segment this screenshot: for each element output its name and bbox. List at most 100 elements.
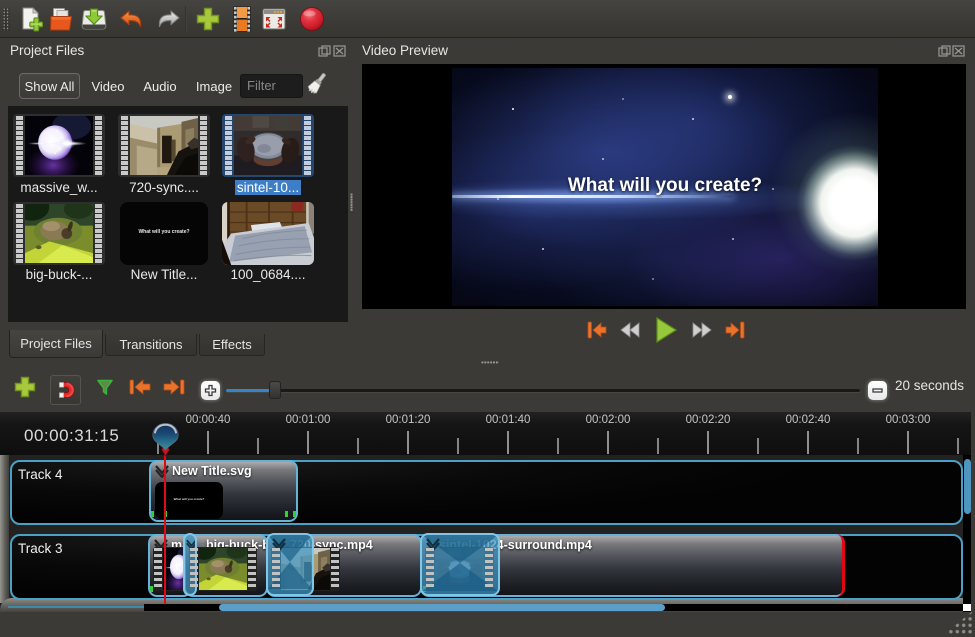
ruler-label: 00:01:00 bbox=[273, 414, 343, 426]
snapping-toggle-button[interactable] bbox=[50, 375, 81, 405]
thumbnail-image bbox=[25, 204, 93, 263]
add-track-icon bbox=[13, 375, 37, 399]
track-4-label: Track 4 bbox=[18, 467, 63, 482]
clip-new-title[interactable]: New Title.svg What will you create? bbox=[149, 460, 298, 522]
file-thumb-bigbuck[interactable] bbox=[13, 202, 105, 265]
tab-project-files-label: Project Files bbox=[20, 336, 92, 351]
clip-thumbnail bbox=[189, 547, 257, 591]
film-sprockets-right bbox=[331, 548, 339, 590]
film-sprockets-left bbox=[426, 548, 434, 590]
ruler-label: 00:01:20 bbox=[373, 414, 443, 426]
ruler-label: 00:02:20 bbox=[673, 414, 743, 426]
new-project-button[interactable] bbox=[14, 3, 46, 35]
zoom-slider-fill bbox=[226, 389, 270, 392]
zoom-out-button[interactable] bbox=[868, 381, 887, 400]
file-thumb-720sync[interactable] bbox=[118, 114, 210, 177]
file-thumb-massive[interactable] bbox=[13, 114, 105, 177]
open-project-button[interactable] bbox=[45, 3, 77, 35]
timeline-tracks-area: Track 4 Track 3 New Title.svg What will … bbox=[0, 455, 971, 612]
filter-image-button[interactable]: Image bbox=[194, 73, 234, 99]
previous-marker-button[interactable] bbox=[124, 371, 156, 403]
play-icon bbox=[654, 317, 678, 343]
playhead-line[interactable] bbox=[164, 455, 166, 604]
filter-input[interactable]: Filter bbox=[240, 74, 303, 98]
choose-profile-button[interactable] bbox=[226, 3, 258, 35]
tab-project-files[interactable]: Project Files bbox=[9, 330, 103, 358]
clear-filter-icon[interactable] bbox=[305, 72, 327, 103]
ruler-tick-minor bbox=[257, 438, 259, 454]
ruler-tick-minor bbox=[757, 438, 759, 454]
thumbnail-image bbox=[222, 202, 314, 265]
choose-profile-icon bbox=[230, 5, 254, 33]
file-thumb-bedroom[interactable] bbox=[222, 202, 314, 265]
file-label-sintel[interactable]: sintel-10... bbox=[213, 180, 323, 195]
fullscreen-icon bbox=[261, 7, 287, 31]
clip-menu-chevron[interactable] bbox=[155, 465, 169, 478]
video-preview-close-icon[interactable] bbox=[952, 44, 965, 62]
jump-to-end-button[interactable] bbox=[724, 318, 748, 342]
timeline-toolbar: 20 seconds bbox=[0, 366, 975, 412]
ruler-tick-minor bbox=[557, 438, 559, 454]
vertical-scrollbar-handle[interactable] bbox=[964, 459, 971, 514]
file-thumb-newtitle[interactable]: What will you create? bbox=[120, 202, 208, 265]
save-project-button[interactable] bbox=[78, 3, 110, 35]
file-label-bedroom[interactable]: 100_0684.... bbox=[213, 267, 323, 282]
fast-forward-icon bbox=[690, 322, 712, 338]
filter-show-all-button[interactable]: Show All bbox=[19, 73, 80, 99]
add-track-button[interactable] bbox=[9, 371, 41, 403]
panel-splitter-handle[interactable] bbox=[350, 193, 353, 211]
ruler-tick-major bbox=[607, 431, 609, 454]
export-video-button[interactable] bbox=[296, 3, 328, 35]
tab-transitions[interactable]: Transitions bbox=[105, 334, 197, 356]
file-label-newtitle[interactable]: New Title... bbox=[109, 267, 219, 282]
play-button[interactable] bbox=[654, 318, 678, 342]
previous-marker-icon bbox=[128, 377, 152, 397]
project-files-float-icon[interactable] bbox=[318, 44, 331, 62]
zoom-slider-handle[interactable] bbox=[269, 381, 281, 399]
horizontal-scrollbar-handle[interactable] bbox=[219, 604, 665, 611]
rewind-button[interactable] bbox=[619, 318, 643, 342]
add-marker-button[interactable] bbox=[89, 371, 121, 403]
film-sprockets-left bbox=[224, 116, 233, 175]
filter-video-button[interactable]: Video bbox=[88, 73, 128, 99]
redo-button[interactable] bbox=[152, 3, 184, 35]
file-label-bigbuck[interactable]: big-buck-... bbox=[4, 267, 114, 282]
undo-button[interactable] bbox=[116, 3, 148, 35]
film-sprockets-left bbox=[120, 116, 129, 175]
toolbar-drag-handle[interactable] bbox=[3, 8, 10, 31]
project-files-close-icon[interactable] bbox=[333, 44, 346, 62]
file-label-massive[interactable]: massive_w... bbox=[4, 180, 114, 195]
playhead-marker[interactable] bbox=[151, 422, 180, 457]
star-dot bbox=[622, 98, 624, 100]
fullscreen-button[interactable] bbox=[258, 3, 290, 35]
main-toolbar bbox=[0, 0, 975, 38]
video-preview-float-icon[interactable] bbox=[938, 44, 951, 62]
clip-sintel-trim-edge[interactable] bbox=[824, 534, 845, 597]
snapping-magnet-icon bbox=[56, 380, 76, 400]
timeline-splitter-handle[interactable] bbox=[481, 361, 499, 364]
film-sprockets-right bbox=[199, 116, 208, 175]
zoom-slider[interactable] bbox=[226, 389, 860, 392]
next-marker-icon bbox=[162, 377, 186, 397]
jump-to-start-button[interactable] bbox=[584, 318, 608, 342]
filter-audio-button[interactable]: Audio bbox=[140, 73, 180, 99]
film-sprockets-right bbox=[94, 116, 103, 175]
track-2-top-edge bbox=[8, 606, 145, 608]
file-thumb-sintel[interactable] bbox=[222, 114, 314, 177]
ruler-tick-minor bbox=[957, 438, 959, 454]
import-files-button[interactable] bbox=[192, 3, 224, 35]
window-resize-grip[interactable] bbox=[942, 610, 974, 636]
undo-icon bbox=[118, 7, 146, 31]
file-label-720sync[interactable]: 720-sync.... bbox=[109, 180, 219, 195]
ruler-tick-minor bbox=[457, 438, 459, 454]
timeline-ruler[interactable]: 00:00:31:15 00:00:40 00:01:00 00:01:20 0… bbox=[0, 412, 971, 455]
rewind-icon bbox=[620, 322, 642, 338]
star-dot bbox=[542, 248, 544, 250]
tab-effects[interactable]: Effects bbox=[199, 334, 265, 356]
open-project-icon bbox=[47, 6, 75, 32]
video-preview-screen[interactable]: What will you create? bbox=[362, 64, 966, 309]
next-marker-button[interactable] bbox=[158, 371, 190, 403]
star-dot bbox=[512, 108, 514, 110]
fast-forward-button[interactable] bbox=[689, 318, 713, 342]
zoom-in-button[interactable] bbox=[201, 381, 220, 400]
